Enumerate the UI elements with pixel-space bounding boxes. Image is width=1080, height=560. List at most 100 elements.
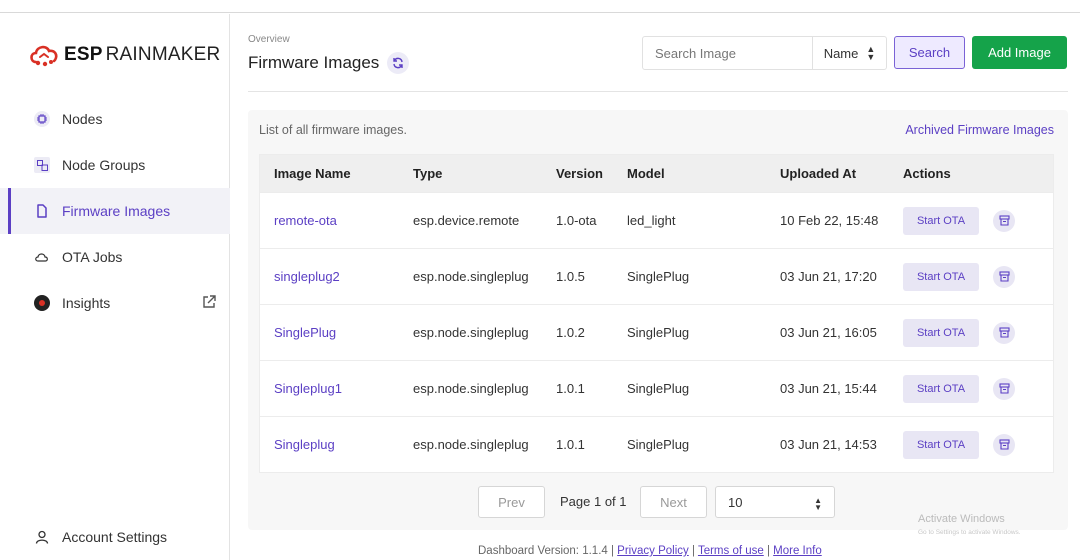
next-page-button[interactable]: Next bbox=[640, 486, 707, 518]
watermark-subtitle: Go to Settings to activate Windows. bbox=[918, 529, 1021, 536]
image-name-link[interactable]: SinglePlug bbox=[260, 325, 413, 340]
sidebar-item-firmware-images[interactable]: Firmware Images bbox=[0, 188, 230, 234]
start-ota-button[interactable]: Start OTA bbox=[903, 374, 979, 403]
archive-icon[interactable] bbox=[993, 265, 1015, 288]
select-arrows-icon: ▲ ▼ bbox=[814, 496, 822, 512]
activate-windows-watermark: Activate Windows Go to Settings to activ… bbox=[918, 513, 1021, 539]
sort-by-value: Name bbox=[823, 45, 859, 61]
sidebar-item-ota-jobs[interactable]: OTA Jobs bbox=[0, 234, 230, 280]
firmware-table: Image Name Type Version Model Uploaded A… bbox=[259, 154, 1054, 473]
image-type: esp.node.singleplug bbox=[413, 381, 529, 396]
column-header: Version bbox=[556, 166, 603, 181]
insights-icon bbox=[34, 295, 50, 311]
table-row: remote-ota esp.device.remote 1.0-ota led… bbox=[260, 192, 1053, 248]
uploaded-at: 03 Jun 21, 16:05 bbox=[780, 325, 877, 340]
sidebar-item-insights[interactable]: Insights bbox=[0, 280, 230, 326]
breadcrumb[interactable]: Overview bbox=[248, 34, 290, 45]
image-name-link[interactable]: Singleplug bbox=[260, 437, 413, 452]
more-info-link[interactable]: More Info bbox=[773, 545, 822, 557]
page-title: Firmware Images bbox=[248, 52, 410, 74]
sidebar-item-label: OTA Jobs bbox=[62, 249, 123, 265]
image-model: SinglePlug bbox=[627, 325, 690, 340]
row-actions: Start OTA bbox=[903, 374, 1053, 403]
logo[interactable]: ESP RAINMAKER bbox=[28, 40, 220, 70]
image-name-link[interactable]: Singleplug1 bbox=[260, 381, 413, 396]
terms-link[interactable]: Terms of use bbox=[698, 545, 764, 557]
start-ota-button[interactable]: Start OTA bbox=[903, 318, 979, 347]
sidebar-item-label: Firmware Images bbox=[62, 203, 171, 219]
image-version: 1.0.1 bbox=[556, 381, 585, 396]
search-button[interactable]: Search bbox=[894, 36, 965, 69]
groups-icon bbox=[34, 157, 50, 173]
table-row: SinglePlug esp.node.singleplug 1.0.2 Sin… bbox=[260, 304, 1053, 360]
image-type: esp.device.remote bbox=[413, 213, 520, 228]
image-model: SinglePlug bbox=[627, 269, 690, 284]
cloud-icon bbox=[34, 249, 50, 265]
brand-name: RAINMAKER bbox=[105, 44, 221, 65]
image-type: esp.node.singleplug bbox=[413, 269, 529, 284]
table-row: singleplug2 esp.node.singleplug 1.0.5 Si… bbox=[260, 248, 1053, 304]
select-arrows-icon: ▲ ▼ bbox=[866, 44, 876, 62]
dashboard-version: Dashboard Version: 1.1.4 bbox=[478, 545, 608, 557]
refresh-icon[interactable] bbox=[387, 52, 410, 74]
table-header: Image Name Type Version Model Uploaded A… bbox=[260, 155, 1053, 192]
column-header: Model bbox=[627, 166, 665, 181]
image-model: SinglePlug bbox=[627, 381, 690, 396]
column-header: Uploaded At bbox=[780, 166, 857, 181]
page-size-value: 10 bbox=[728, 494, 743, 510]
header-divider bbox=[248, 91, 1068, 92]
user-icon bbox=[34, 529, 50, 545]
column-header: Actions bbox=[903, 166, 951, 181]
external-link-icon bbox=[203, 295, 216, 308]
row-actions: Start OTA bbox=[903, 262, 1053, 291]
footer: Dashboard Version: 1.1.4 | Privacy Polic… bbox=[478, 545, 822, 557]
add-image-button[interactable]: Add Image bbox=[972, 36, 1067, 69]
image-version: 1.0.2 bbox=[556, 325, 585, 340]
chip-icon bbox=[34, 111, 50, 127]
card-subtitle: List of all firmware images. bbox=[259, 123, 407, 137]
window-top-bar bbox=[0, 0, 1080, 13]
firmware-images-card: List of all firmware images. Archived Fi… bbox=[248, 110, 1068, 530]
page-size-select[interactable]: 10 ▲ ▼ bbox=[715, 486, 835, 518]
sidebar: ESP RAINMAKER Nodes Node Groups Firmware… bbox=[0, 14, 230, 560]
uploaded-at: 03 Jun 21, 15:44 bbox=[780, 381, 877, 396]
column-header: Type bbox=[413, 166, 443, 181]
column-header: Image Name bbox=[274, 166, 351, 181]
row-actions: Start OTA bbox=[903, 206, 1053, 235]
image-type: esp.node.singleplug bbox=[413, 437, 529, 452]
table-row: Singleplug1 esp.node.singleplug 1.0.1 Si… bbox=[260, 360, 1053, 416]
image-type: esp.node.singleplug bbox=[413, 325, 529, 340]
watermark-title: Activate Windows bbox=[918, 513, 1005, 525]
uploaded-at: 03 Jun 21, 17:20 bbox=[780, 269, 877, 284]
image-name-link[interactable]: remote-ota bbox=[260, 213, 413, 228]
archive-icon[interactable] bbox=[993, 377, 1015, 400]
archive-icon[interactable] bbox=[993, 433, 1015, 456]
privacy-policy-link[interactable]: Privacy Policy bbox=[617, 545, 689, 557]
uploaded-at: 10 Feb 22, 15:48 bbox=[780, 213, 879, 228]
brand-bold: ESP bbox=[64, 44, 103, 65]
start-ota-button[interactable]: Start OTA bbox=[903, 430, 979, 459]
archived-firmware-link[interactable]: Archived Firmware Images bbox=[905, 123, 1054, 137]
sidebar-item-nodes[interactable]: Nodes bbox=[0, 96, 230, 142]
search-input[interactable] bbox=[643, 37, 812, 69]
file-icon bbox=[34, 203, 50, 219]
image-version: 1.0.5 bbox=[556, 269, 585, 284]
archive-icon[interactable] bbox=[993, 209, 1015, 232]
sidebar-item-label: Nodes bbox=[62, 111, 103, 127]
archive-icon[interactable] bbox=[993, 321, 1015, 344]
sort-by-select[interactable]: Name ▲ ▼ bbox=[812, 37, 886, 69]
image-version: 1.0.1 bbox=[556, 437, 585, 452]
image-version: 1.0-ota bbox=[556, 213, 597, 228]
image-model: led_light bbox=[627, 213, 676, 228]
search-bar: Name ▲▼ bbox=[642, 36, 887, 70]
sidebar-item-node-groups[interactable]: Node Groups bbox=[0, 142, 230, 188]
page-info: Page 1 of 1 bbox=[560, 494, 627, 509]
rainmaker-cloud-icon bbox=[30, 45, 58, 67]
image-name-link[interactable]: singleplug2 bbox=[260, 269, 413, 284]
sidebar-item-account-settings[interactable]: Account Settings bbox=[34, 529, 167, 545]
account-settings-label: Account Settings bbox=[62, 529, 168, 545]
start-ota-button[interactable]: Start OTA bbox=[903, 262, 979, 291]
prev-page-button[interactable]: Prev bbox=[478, 486, 545, 518]
start-ota-button[interactable]: Start OTA bbox=[903, 206, 979, 235]
table-row: Singleplug esp.node.singleplug 1.0.1 Sin… bbox=[260, 416, 1053, 472]
